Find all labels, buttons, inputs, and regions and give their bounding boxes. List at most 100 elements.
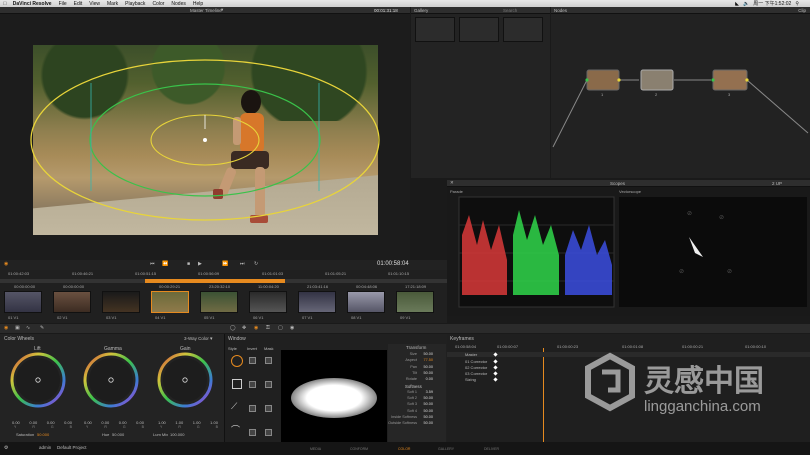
viewer-title[interactable]: Master Timeline [190,8,222,13]
clip-thumb-8[interactable] [347,291,385,313]
param-row[interactable]: Size 50.00 [387,352,445,358]
settings-icon[interactable]: ⚙ [4,445,8,451]
menu-color[interactable]: Color [152,1,164,7]
user-name[interactable]: admin [39,445,51,450]
param-value[interactable]: 50.00 [423,396,433,400]
param-row[interactable]: Outside Softness 50.00 [387,421,445,427]
param-row[interactable]: Soft 4 50.00 [387,409,445,415]
gallery-still-3[interactable] [503,17,543,42]
key-icon[interactable]: ⚿ [266,325,270,331]
clip-thumb-7[interactable] [298,291,336,313]
fast-forward-icon[interactable]: ⏩ [222,261,228,267]
app-name[interactable]: DaVinci Resolve [13,1,52,7]
scopes-layout[interactable]: 2 UP [772,181,782,186]
invert-toggle-3[interactable] [249,405,256,412]
menu-view[interactable]: View [89,1,100,7]
color-wheels[interactable] [0,350,222,426]
param-value[interactable]: 50.00 [423,365,433,369]
keyframe-playhead[interactable] [543,348,544,442]
wifi-icon[interactable]: ◣ [735,1,739,7]
sizing-icon[interactable]: ▢ [278,325,283,331]
param-value[interactable]: 77.50 [423,358,433,362]
keyframe-dot-4[interactable] [493,371,498,376]
mask-toggle-3[interactable] [265,405,272,412]
node-1[interactable] [586,69,620,91]
clip-thumb-6[interactable] [249,291,287,313]
mask-toggle-2[interactable] [265,381,272,388]
volume-icon[interactable]: 🔈 [743,1,749,7]
param-value[interactable]: 50.00 [423,352,433,356]
project-name[interactable]: Default Project [57,445,87,450]
page-media[interactable]: MEDIA [310,447,321,451]
tool-icon[interactable]: ◉ [4,261,8,267]
search-icon[interactable]: ⚲ [795,1,799,7]
param-value[interactable]: 0.00 [426,377,433,381]
mask-toggle-1[interactable] [265,357,272,364]
param-row[interactable]: Soft 2 50.00 [387,396,445,402]
page-deliver[interactable]: DELIVER [484,447,499,451]
param-row[interactable]: Tilt 50.00 [387,371,445,377]
page-conform[interactable]: CONFORM [350,447,368,451]
clip-thumb-2[interactable] [53,291,91,313]
param-value[interactable]: 50.00 [423,371,433,375]
param-value[interactable]: 50.00 [423,415,433,419]
gallery-still-2[interactable] [459,17,499,42]
clock[interactable]: 周一 下午1:52:02 [753,0,791,7]
apple-icon[interactable]:  [3,1,7,7]
qualifier-icon[interactable]: ✎ [40,325,44,331]
menu-nodes[interactable]: Nodes [171,1,185,7]
tab-style[interactable]: Style [228,346,237,351]
lum-mix-value[interactable]: 100.000 [170,432,184,437]
gain-wheel[interactable] [157,352,213,408]
clip-thumb-3[interactable] [102,291,140,313]
param-row[interactable]: Soft 1 3.59 [387,390,445,396]
menu-edit[interactable]: Edit [74,1,83,7]
page-color[interactable]: COLOR [398,447,410,451]
track-sizing[interactable]: Sizing [465,377,476,382]
tracker-icon[interactable]: ✥ [242,325,246,331]
invert-toggle-1[interactable] [249,357,256,364]
circle-window-icon[interactable] [231,355,243,367]
track-corrector-3[interactable]: 03 Corrector [465,371,487,376]
color-match-icon[interactable]: ▣ [15,325,20,331]
node-graph[interactable] [551,7,810,178]
node-2[interactable] [640,69,674,91]
page-gallery[interactable]: GALLERY [438,447,454,451]
param-row[interactable]: Inside Softness 50.00 [387,415,445,421]
stop-icon[interactable]: ■ [187,261,190,267]
timeline-ruler[interactable]: 01:00:42:03 01:00:46:21 01:00:51:15 01:0… [0,270,447,278]
invert-toggle-4[interactable] [249,429,256,436]
polygon-window-icon[interactable]: ⟋ [231,401,237,412]
menu-help[interactable]: Help [193,1,203,7]
param-value[interactable]: 50.00 [423,421,433,425]
invert-toggle-2[interactable] [249,381,256,388]
menu-mark[interactable]: Mark [107,1,118,7]
play-icon[interactable]: ▶ [198,261,202,267]
gamma-wheel[interactable] [83,352,139,408]
camera-raw-icon[interactable]: ◉ [4,325,8,331]
rect-window-icon[interactable] [232,379,242,389]
saturation-value[interactable]: 50.000 [37,432,49,437]
curve-window-icon[interactable]: ⌒ [231,423,240,436]
keyframe-dot-3[interactable] [493,365,498,370]
chevron-down-icon[interactable]: ▾ [221,7,223,13]
stereo-icon[interactable]: ◉ [290,325,294,331]
param-value[interactable]: 50.00 [423,409,433,413]
tab-invert[interactable]: Invert [247,346,257,351]
param-row[interactable]: Aspect 77.50 [387,358,445,364]
clip-thumb-9[interactable] [396,291,434,313]
hue-value[interactable]: 50.000 [112,432,124,437]
keyframe-ruler[interactable]: 01:00:58:04 01:00:00:07 01:00:00:23 01:0… [447,344,810,350]
keyframe-dot-2[interactable] [493,359,498,364]
window-icon[interactable]: ◯ [230,325,236,331]
chevron-down-icon[interactable]: ▾ [210,336,213,342]
timeline-track[interactable] [0,279,447,283]
param-row[interactable]: Pan 50.00 [387,365,445,371]
gallery-still-1[interactable] [415,17,455,42]
param-row[interactable]: Soft 3 50.00 [387,402,445,408]
clip-thumb-4[interactable] [151,291,189,313]
menu-playback[interactable]: Playback [125,1,145,7]
menu-file[interactable]: File [59,1,67,7]
keyframe-dot-5[interactable] [493,377,498,382]
param-row[interactable]: Rotate 0.00 [387,377,445,383]
